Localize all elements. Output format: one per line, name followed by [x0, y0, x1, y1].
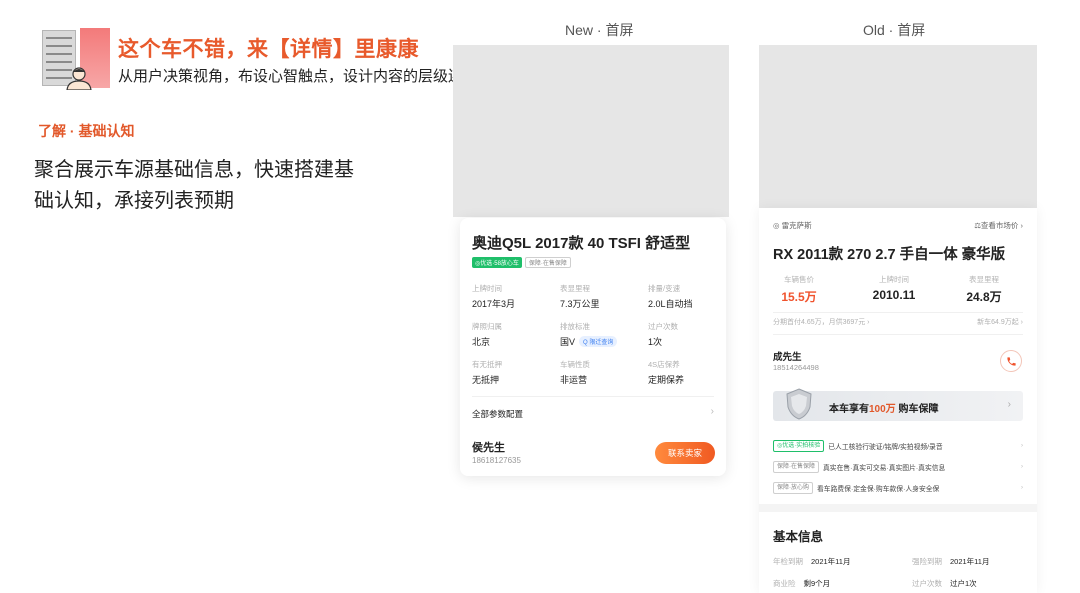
seller-phone: 18618127635	[472, 456, 521, 465]
stat-label: 车辆售价	[784, 275, 814, 284]
spec-value: 2.0L自动挡	[648, 299, 693, 309]
spec-cell: 车辆性质 非运营	[560, 359, 645, 386]
spec-value: 7.3万公里	[560, 299, 600, 309]
chevron-right-icon[interactable]: ›	[711, 406, 714, 417]
spec-cell: 排量/变速 2.0L自动挡	[648, 283, 733, 310]
spec-cell: 过户次数 1次	[648, 321, 733, 348]
old-column-label: Old · 首屏	[863, 22, 926, 38]
new-detail-card: 奥迪Q5L 2017款 40 TSFI 舒适型 ◎优选·58放心车 保障·在售保…	[460, 218, 726, 476]
chevron-right-icon: ›	[1021, 464, 1023, 470]
market-price-link[interactable]: ⚖查看市场价 ›	[974, 220, 1023, 231]
call-button[interactable]	[1000, 350, 1022, 372]
info-row: 强险到期 2021年11月	[912, 557, 990, 566]
spec-value: 定期保养	[648, 375, 685, 385]
page-subtitle: 从用户决策视角，布设心智触点，设计内容的层级连贯性	[118, 68, 494, 85]
spec-label: 牌照归属	[472, 322, 502, 331]
service-tag: ◎优选·实拍核验	[773, 440, 825, 452]
stat-value: 2010.11	[872, 288, 916, 302]
service-tag: 保障·在售保障	[773, 461, 819, 473]
shield-icon	[786, 388, 812, 420]
new-car-price-link[interactable]: 新车64.9万起 ›	[977, 317, 1023, 327]
spec-value: 无抵押	[472, 375, 500, 385]
spec-label: 过户次数	[648, 322, 678, 331]
spec-cell: 牌照归属 北京	[472, 321, 557, 348]
car-title: 奥迪Q5L 2017款 40 TSFI 舒适型	[472, 235, 691, 252]
spec-value: 非运营	[560, 375, 588, 385]
page-title: 这个车不错，来【详情】里康康	[118, 36, 419, 61]
spec-label: 排量/变速	[648, 284, 681, 293]
stat-price: 车辆售价 15.5万	[759, 274, 839, 305]
service-tag-text: 真实在售·真实可交易·真实图片·真实信息	[823, 465, 946, 472]
spec-label: 上牌时间	[472, 284, 502, 293]
seller-name: 侯先生	[472, 442, 505, 454]
spec-cell: 有无抵押 无抵押	[472, 359, 557, 386]
section-title: 基本信息	[773, 530, 824, 544]
divider	[773, 334, 1023, 335]
info-row: 过户次数 过户1次	[912, 579, 977, 588]
spec-value: 国V Q 限迁查询	[560, 335, 645, 348]
old-detail-page: ◎ 雷克萨斯 ⚖查看市场价 › RX 2011款 270 2.7 手自一体 豪华…	[759, 208, 1037, 593]
chevron-right-icon: ›	[1021, 443, 1023, 449]
stat-value: 15.5万	[781, 290, 817, 304]
service-tag-text: 看车路费保·定金保·购车款保·人身安全保	[817, 486, 940, 493]
spec-value: 北京	[472, 337, 491, 347]
contact-seller-button[interactable]: 联系卖家	[655, 442, 715, 464]
divider	[472, 396, 714, 397]
car-title: RX 2011款 270 2.7 手自一体 豪华版	[773, 247, 1006, 263]
seller-phone: 18514264498	[773, 363, 819, 372]
quality-badge: ◎优选·58放心车	[472, 257, 522, 268]
service-tag-text: 已人工核验行驶证/铭牌/实拍视频/录音	[828, 444, 943, 451]
old-main-card: ◎ 雷克萨斯 ⚖查看市场价 › RX 2011款 270 2.7 手自一体 豪华…	[759, 208, 1037, 504]
basic-info-section: 基本信息 年检到期 2021年11月 强险到期 2021年11月 商业险 剩9个月 过…	[759, 512, 1037, 593]
guarantee-badge: 保障·在售保障	[524, 257, 571, 268]
spec-label: 车辆性质	[560, 360, 590, 369]
seller-name: 成先生	[773, 352, 802, 363]
badge-row: ◎优选·58放心车 保障·在售保障	[472, 257, 571, 268]
spec-label: 表显里程	[560, 284, 590, 293]
spec-cell: 排放标准 国V Q 限迁查询	[560, 321, 645, 348]
chevron-right-icon: ›	[1007, 399, 1011, 410]
service-tag: 保障·放心购	[773, 482, 813, 494]
person-icon	[66, 67, 92, 90]
spec-value: 2017年3月	[472, 299, 516, 309]
installment-link[interactable]: 分期首付4.65万，月供3697元 ›	[773, 317, 869, 327]
spec-label: 4S店保养	[648, 360, 680, 369]
all-params-link[interactable]: 全部参数配置	[472, 408, 523, 420]
guarantee-banner-text: 本车享有100万 购车保障	[829, 404, 939, 415]
header-illustration	[42, 28, 112, 90]
stat-registration: 上牌时间 2010.11	[854, 274, 934, 302]
stat-mileage: 表显里程 24.8万	[944, 274, 1024, 305]
info-row: 年检到期 2021年11月	[773, 557, 851, 566]
service-tag-row[interactable]: 保障·放心购 看车路费保·定金保·购车款保·人身安全保 ›	[773, 481, 1023, 495]
phone-icon	[1006, 356, 1016, 366]
info-row: 商业险 剩9个月	[773, 579, 831, 588]
spec-value: 1次	[648, 337, 663, 347]
spec-cell: 表显里程 7.3万公里	[560, 283, 645, 310]
spec-cell: 上牌时间 2017年3月	[472, 283, 557, 310]
stat-label: 上牌时间	[879, 275, 909, 284]
divider	[773, 312, 1023, 313]
old-hero-image-placeholder	[759, 45, 1037, 210]
new-column-label: New · 首屏	[565, 22, 634, 38]
section-tag: 了解 · 基础认知	[38, 123, 135, 139]
stat-value: 24.8万	[966, 290, 1002, 304]
service-tag-row[interactable]: 保障·在售保障 真实在售·真实可交易·真实图片·真实信息 ›	[773, 460, 1023, 474]
section-description: 聚合展示车源基础信息，快速搭建基础认知，承接列表预期	[34, 159, 354, 212]
chevron-right-icon: ›	[1021, 485, 1023, 491]
stat-label: 表显里程	[969, 275, 999, 284]
guarantee-banner[interactable]: 本车享有100万 购车保障 ›	[773, 388, 1023, 421]
emission-check-link[interactable]: Q 限迁查询	[579, 336, 618, 347]
spec-cell: 4S店保养 定期保养	[648, 359, 733, 386]
spec-label: 排放标准	[560, 322, 590, 331]
brand-label: ◎ 雷克萨斯	[773, 221, 812, 230]
service-tag-row[interactable]: ◎优选·实拍核验 已人工核验行驶证/铭牌/实拍视频/录音 ›	[773, 439, 1023, 453]
spec-label: 有无抵押	[472, 360, 502, 369]
new-hero-image-placeholder	[453, 45, 729, 217]
